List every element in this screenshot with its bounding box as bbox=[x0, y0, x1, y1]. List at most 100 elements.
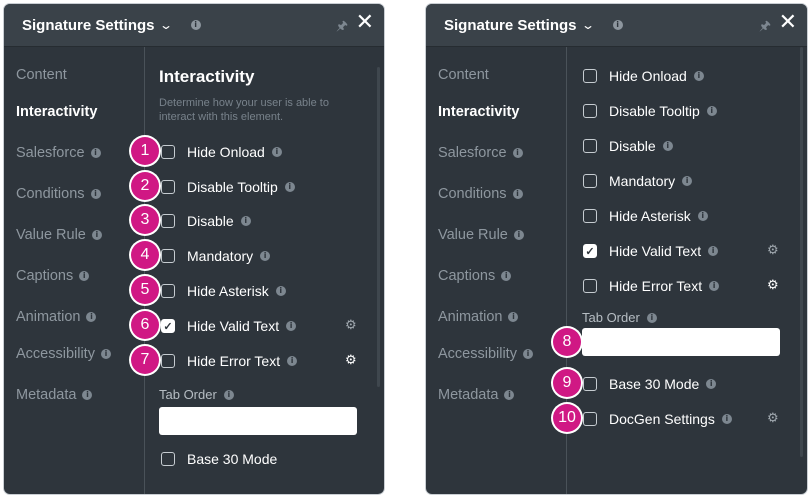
option-hide-error-text[interactable]: Hide Error Text i bbox=[583, 278, 720, 294]
sidebar-item-animation[interactable]: Animation i bbox=[16, 309, 97, 325]
info-icon[interactable]: i bbox=[697, 211, 708, 221]
option-mandatory[interactable]: Mandatory i bbox=[583, 173, 693, 189]
checkbox[interactable] bbox=[161, 284, 175, 298]
info-icon[interactable]: i bbox=[223, 389, 234, 400]
info-icon[interactable]: i bbox=[662, 141, 673, 151]
chevron-down-icon[interactable]: ⌄ bbox=[159, 18, 173, 32]
sidebar-item-value rule[interactable]: Value Rule i bbox=[438, 227, 524, 243]
gear-icon[interactable]: ⚙ bbox=[345, 317, 357, 333]
checkbox[interactable] bbox=[583, 139, 597, 153]
info-icon[interactable]: i bbox=[721, 414, 732, 424]
gear-icon[interactable]: ⚙ bbox=[767, 277, 779, 293]
info-icon[interactable]: i bbox=[286, 321, 297, 331]
info-icon[interactable]: i bbox=[513, 230, 524, 240]
sidebar-item-captions[interactable]: Captions i bbox=[438, 268, 512, 284]
info-icon[interactable]: i bbox=[90, 189, 101, 199]
info-icon[interactable]: i bbox=[693, 71, 704, 81]
option-base-30-mode[interactable]: Base 30 Mode i bbox=[583, 376, 717, 392]
checkbox[interactable] bbox=[583, 279, 597, 293]
close-icon[interactable]: ✕ bbox=[356, 11, 374, 33]
info-icon[interactable]: i bbox=[260, 251, 271, 261]
chevron-down-icon[interactable]: ⌄ bbox=[581, 18, 595, 32]
sidebar-item-accessibility[interactable]: Accessibility i bbox=[438, 346, 533, 362]
option-hide-onload[interactable]: Hide Onload i bbox=[161, 144, 282, 160]
checkbox[interactable] bbox=[161, 214, 175, 228]
option-disable[interactable]: Disable i bbox=[161, 213, 251, 229]
sidebar-item-conditions[interactable]: Conditions i bbox=[438, 186, 523, 202]
checkbox[interactable] bbox=[161, 452, 175, 466]
info-icon[interactable]: i bbox=[706, 106, 717, 116]
tab-order-input[interactable] bbox=[582, 328, 780, 356]
option-hide-onload[interactable]: Hide Onload i bbox=[583, 68, 704, 84]
pin-icon[interactable]: 🖈 bbox=[336, 17, 348, 39]
sidebar-item-interactivity[interactable]: Interactivity bbox=[438, 104, 519, 120]
checkbox[interactable] bbox=[583, 69, 597, 83]
sidebar-item-metadata[interactable]: Metadata i bbox=[16, 387, 93, 403]
info-icon[interactable]: i bbox=[287, 356, 298, 366]
checkbox[interactable] bbox=[583, 377, 597, 391]
info-icon[interactable]: i bbox=[100, 349, 111, 359]
gear-icon[interactable]: ⚙ bbox=[767, 242, 779, 258]
gear-icon[interactable]: ⚙ bbox=[345, 352, 357, 368]
checkbox[interactable] bbox=[161, 145, 175, 159]
option-mandatory[interactable]: Mandatory i bbox=[161, 248, 271, 264]
option-disable-tooltip[interactable]: Disable Tooltip i bbox=[161, 179, 295, 195]
option-hide-asterisk[interactable]: Hide Asterisk i bbox=[583, 208, 708, 224]
info-icon[interactable]: i bbox=[708, 246, 719, 256]
gear-icon[interactable]: ⚙ bbox=[767, 410, 779, 426]
option-hide-error-text[interactable]: Hide Error Text i bbox=[161, 353, 298, 369]
sidebar-item-content[interactable]: Content bbox=[438, 67, 489, 83]
sidebar-item-animation[interactable]: Animation i bbox=[438, 309, 519, 325]
close-icon[interactable]: ✕ bbox=[779, 11, 797, 33]
option-base-30-mode[interactable]: Base 30 Mode bbox=[161, 451, 277, 467]
sidebar-item-metadata[interactable]: Metadata i bbox=[438, 387, 515, 403]
checkbox[interactable] bbox=[583, 174, 597, 188]
sidebar-item-content[interactable]: Content bbox=[16, 67, 67, 83]
checkbox[interactable]: ✓ bbox=[583, 244, 597, 258]
info-icon[interactable]: i bbox=[284, 182, 295, 192]
info-icon[interactable]: i bbox=[91, 230, 102, 240]
info-icon[interactable]: i bbox=[190, 20, 201, 30]
info-icon[interactable]: i bbox=[682, 176, 693, 186]
info-icon[interactable]: i bbox=[504, 390, 515, 400]
scrollbar[interactable] bbox=[800, 47, 803, 457]
info-icon[interactable]: i bbox=[512, 189, 523, 199]
option-disable[interactable]: Disable i bbox=[583, 138, 673, 154]
info-icon[interactable]: i bbox=[508, 312, 519, 322]
info-icon[interactable]: i bbox=[275, 286, 286, 296]
checkbox[interactable] bbox=[161, 249, 175, 263]
sidebar-item-captions[interactable]: Captions i bbox=[16, 268, 90, 284]
scrollbar[interactable] bbox=[377, 67, 380, 387]
info-icon[interactable]: i bbox=[512, 148, 523, 158]
option-hide-asterisk[interactable]: Hide Asterisk i bbox=[161, 283, 286, 299]
checkbox[interactable] bbox=[583, 104, 597, 118]
checkbox[interactable] bbox=[583, 209, 597, 223]
tab-order-input[interactable] bbox=[159, 407, 357, 435]
sidebar-item-value rule[interactable]: Value Rule i bbox=[16, 227, 102, 243]
info-icon[interactable]: i bbox=[501, 271, 512, 281]
sidebar-item-salesforce[interactable]: Salesforce i bbox=[438, 145, 523, 161]
option-disable-tooltip[interactable]: Disable Tooltip i bbox=[583, 103, 717, 119]
checkbox[interactable]: ✓ bbox=[161, 319, 175, 333]
sidebar-item-interactivity[interactable]: Interactivity bbox=[16, 104, 97, 120]
sidebar-item-salesforce[interactable]: Salesforce i bbox=[16, 145, 101, 161]
info-icon[interactable]: i bbox=[706, 379, 717, 389]
option-hide-valid-text[interactable]: ✓ Hide Valid Text i bbox=[161, 318, 297, 334]
info-icon[interactable]: i bbox=[646, 312, 657, 323]
checkbox[interactable] bbox=[161, 354, 175, 368]
info-icon[interactable]: i bbox=[86, 312, 97, 322]
option-docgen-settings[interactable]: DocGen Settings i bbox=[583, 411, 732, 427]
option-hide-valid-text[interactable]: ✓ Hide Valid Text i bbox=[583, 243, 719, 259]
info-icon[interactable]: i bbox=[612, 20, 623, 30]
sidebar-item-accessibility[interactable]: Accessibility i bbox=[16, 346, 111, 362]
info-icon[interactable]: i bbox=[271, 147, 282, 157]
sidebar-item-conditions[interactable]: Conditions i bbox=[16, 186, 101, 202]
checkbox[interactable] bbox=[161, 180, 175, 194]
info-icon[interactable]: i bbox=[90, 148, 101, 158]
info-icon[interactable]: i bbox=[82, 390, 93, 400]
pin-icon[interactable]: 🖈 bbox=[759, 17, 771, 39]
info-icon[interactable]: i bbox=[522, 349, 533, 359]
info-icon[interactable]: i bbox=[240, 216, 251, 226]
checkbox[interactable] bbox=[583, 412, 597, 426]
info-icon[interactable]: i bbox=[79, 271, 90, 281]
